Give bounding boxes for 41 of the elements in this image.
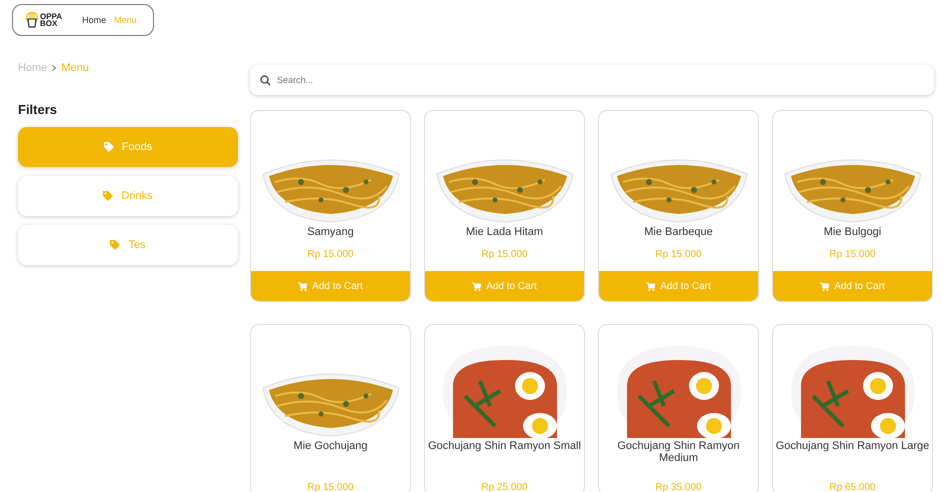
- breadcrumb-link[interactable]: Home: [18, 62, 48, 74]
- product-name: Mie Lada Hitam: [466, 226, 544, 239]
- cart-icon: [646, 282, 656, 290]
- add-to-cart-button[interactable]: Add to Cart: [251, 271, 410, 301]
- product-price: Rp 15.000: [481, 249, 528, 260]
- nav-link[interactable]: Menu: [114, 15, 137, 25]
- logo-text: BOX: [40, 20, 58, 27]
- cup-icon: [25, 12, 39, 28]
- oppa-box-logo[interactable]: OPPA BOX: [25, 12, 62, 28]
- product-price: Rp 25.000: [481, 482, 528, 492]
- product-price: Rp 15.000: [307, 482, 354, 492]
- cart-icon: [298, 282, 308, 290]
- product-price: Rp 35.000: [655, 482, 702, 492]
- add-to-cart-button[interactable]: Add to Cart: [773, 271, 932, 301]
- tag-icon: [110, 240, 120, 250]
- nav-link[interactable]: Home: [82, 15, 106, 25]
- product-price: Rp 15.000: [829, 249, 876, 260]
- product-name: Gochujang Shin Ramyon Large: [776, 440, 930, 453]
- cart-icon: [472, 282, 482, 290]
- add-to-cart-button[interactable]: Add to Cart: [599, 271, 758, 301]
- product-name: Mie Bulgogi: [824, 226, 882, 239]
- search-field[interactable]: Search...: [250, 65, 934, 95]
- product-name: Gochujang Shin Ramyon Small: [428, 440, 581, 453]
- product-price: Rp 65.000: [829, 482, 876, 492]
- logo-text: OPPA: [40, 13, 62, 20]
- filters-heading: Filters: [18, 102, 58, 117]
- filter-button[interactable]: Foods: [18, 127, 238, 167]
- filter-button[interactable]: Drinks: [18, 176, 238, 216]
- filter-button[interactable]: Tes: [18, 225, 238, 265]
- chevron-icon: [52, 65, 56, 71]
- breadcrumb-link[interactable]: Menu: [61, 62, 89, 74]
- product-name: Mie Gochujang: [294, 440, 368, 453]
- tag-icon: [104, 142, 114, 152]
- product-name: Gochujang Shin Ramyon Medium: [616, 440, 741, 464]
- product-price: Rp 15.000: [307, 249, 354, 260]
- tag-icon: [103, 191, 114, 201]
- add-to-cart-button[interactable]: Add to Cart: [425, 271, 584, 301]
- product-price: Rp 15.000: [655, 249, 702, 260]
- product-name: Samyang: [307, 226, 354, 239]
- product-name: Mie Barbeque: [644, 226, 713, 239]
- cart-icon: [820, 282, 830, 290]
